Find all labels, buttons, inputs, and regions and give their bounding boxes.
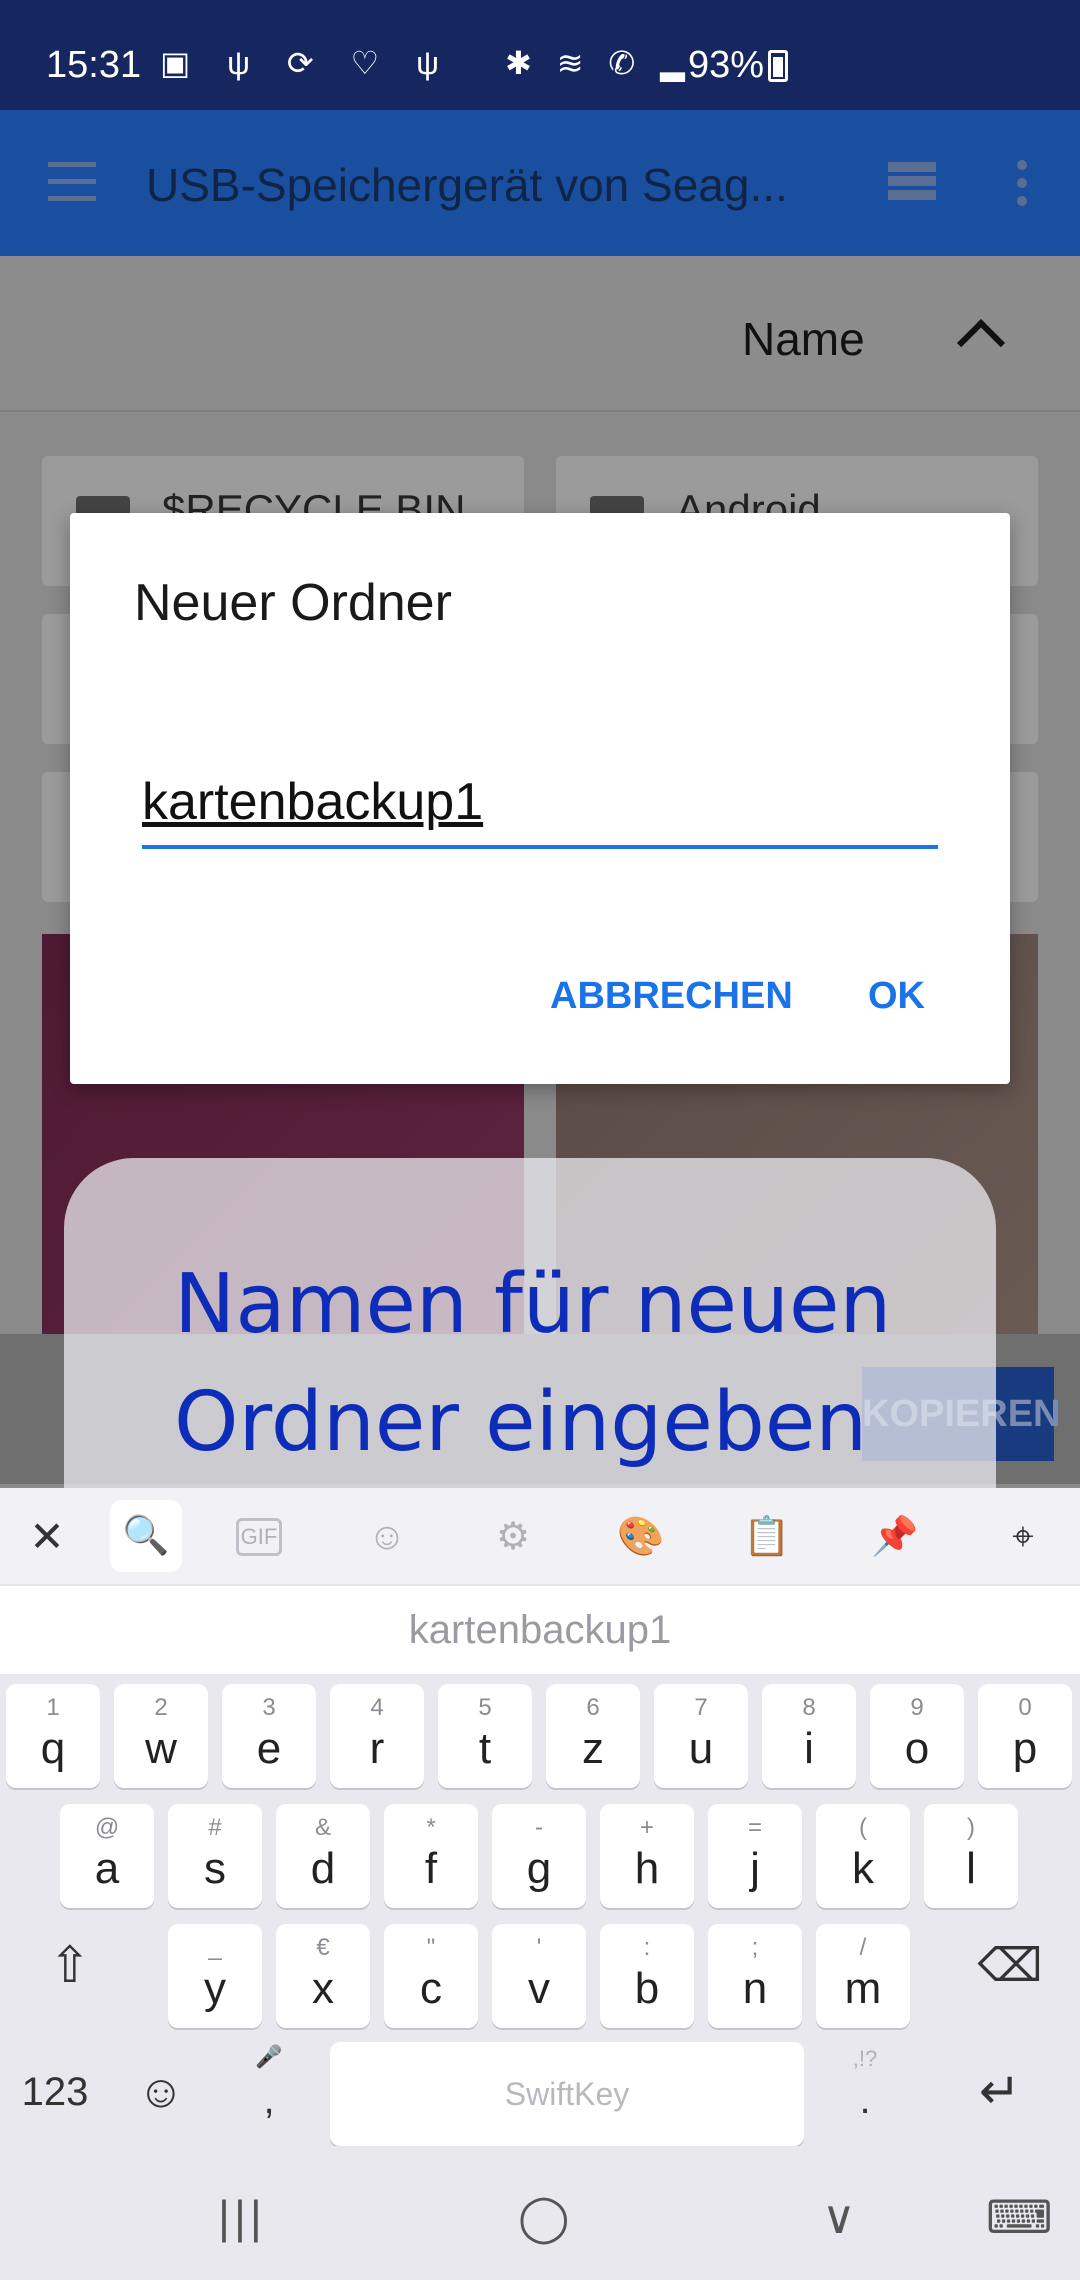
key-e[interactable]: 3e [222, 1684, 316, 1788]
key-w[interactable]: 2w [114, 1684, 208, 1788]
clipboard-icon[interactable]: 📋 [742, 1512, 792, 1562]
key-x[interactable]: € x [276, 1924, 370, 2028]
emoji-icon[interactable]: ☺ [126, 2064, 196, 2118]
key-z[interactable]: 6z [546, 1684, 640, 1788]
keyboard: 1q 2w 3e 4r 5t 6z 7u 8i 9o 0p @ a # s & d *… [0, 1674, 1080, 2146]
app-bar: USB-Speichergerät von Seag... [0, 110, 1080, 256]
location-icon[interactable]: ⌖ [998, 1512, 1048, 1562]
mic-icon: 🎤 [255, 2044, 283, 2069]
key-a[interactable]: @ a [60, 1804, 154, 1908]
period-key[interactable]: . [840, 2078, 890, 2123]
key-t[interactable]: 5t [438, 1684, 532, 1788]
suggestion-item[interactable]: kartenbackup1 [0, 1608, 1080, 1653]
swiftkey-logo: SwiftKey [504, 2076, 630, 2112]
key-j[interactable]: = j [708, 1804, 802, 1908]
battery-icon [768, 50, 788, 82]
space-bar[interactable]: SwiftKey [330, 2042, 804, 2146]
key-i[interactable]: 8i [762, 1684, 856, 1788]
folder-name-field[interactable] [142, 759, 938, 849]
key-d[interactable]: & d [276, 1804, 370, 1908]
key-r[interactable]: 4r [330, 1684, 424, 1788]
hamburger-menu-icon[interactable] [48, 162, 96, 202]
new-folder-dialog: Neuer Ordner ABBRECHEN OK [70, 513, 1010, 1084]
key-s[interactable]: # s [168, 1804, 262, 1908]
punctuation-hint: ,!? [852, 2046, 878, 2071]
key-n[interactable]: ; n [708, 1924, 802, 2028]
shift-icon[interactable]: ⇧ [30, 1936, 110, 1994]
dialog-title: Neuer Ordner [134, 574, 452, 632]
keyboard-toolbar: ✕ 🔍 GIF ☺ ⚙ 🎨 📋 📌 ⌖ [0, 1488, 1080, 1584]
cancel-button[interactable]: ABBRECHEN [550, 975, 793, 1018]
battery-percent: 93% [688, 44, 765, 86]
keyboard-switch-icon[interactable]: ⌨ [986, 2190, 1052, 2244]
key-u[interactable]: 7u [654, 1684, 748, 1788]
key-b[interactable]: :b [600, 1924, 694, 2028]
ok-button[interactable]: OK [868, 975, 925, 1018]
key-y[interactable]: _ y [168, 1924, 262, 2028]
sticker-icon[interactable]: ☺ [362, 1512, 412, 1562]
system-status-icons: ✱ ≋ ✆ ▂ [505, 45, 693, 81]
key-q[interactable]: 1q [6, 1684, 100, 1788]
app-bar-title: USB-Speichergerät von Seag... [146, 159, 788, 211]
status-time: 15:31 [46, 44, 142, 86]
folder-name-input[interactable] [142, 759, 938, 845]
home-icon[interactable]: ◯ [518, 2190, 569, 2244]
tutorial-text: Namen für neuen Ordner eingeben [174, 1257, 892, 1470]
backspace-icon[interactable]: ⌫ [970, 1938, 1050, 1992]
comma-key[interactable]: , [244, 2078, 294, 2123]
hide-keyboard-icon[interactable]: ∨ [822, 2190, 856, 2244]
sort-label[interactable]: Name [742, 312, 865, 366]
sort-bar: Name [0, 256, 1080, 412]
numbers-key[interactable]: 123 [10, 2070, 100, 2115]
recents-icon[interactable]: ||| [218, 2190, 266, 2244]
key-v[interactable]: ' v [492, 1924, 586, 2028]
close-icon[interactable]: ✕ [22, 1512, 72, 1562]
key-f[interactable]: * f [384, 1804, 478, 1908]
status-bar: 15:31 ▣ ψ ⟳ ♡ ψ ✱ ≋ ✆ ▂ 93% [0, 0, 1080, 110]
search-icon[interactable]: 🔍 [110, 1500, 182, 1572]
navigation-bar: ||| ◯ ∨ ⌨ [0, 2146, 1080, 2280]
key-c[interactable]: " c [384, 1924, 478, 2028]
more-options-icon[interactable] [1012, 160, 1032, 208]
settings-icon[interactable]: ⚙ [488, 1512, 538, 1562]
key-g[interactable]: -g [492, 1804, 586, 1908]
pin-icon[interactable]: 📌 [870, 1512, 920, 1562]
notification-icons: ▣ ψ ⟳ ♡ ψ [160, 45, 453, 81]
key-o[interactable]: 9o [870, 1684, 964, 1788]
suggestion-bar: kartenbackup1 [0, 1584, 1080, 1674]
theme-icon[interactable]: 🎨 [616, 1512, 666, 1562]
list-view-icon[interactable] [888, 162, 936, 204]
key-h[interactable]: + h [600, 1804, 694, 1908]
key-l[interactable]: ) l [924, 1804, 1018, 1908]
enter-icon[interactable]: ↵ [960, 2062, 1040, 2120]
gif-icon[interactable]: GIF [236, 1518, 282, 1556]
key-k[interactable]: (k [816, 1804, 910, 1908]
key-p[interactable]: 0p [978, 1684, 1072, 1788]
key-m[interactable]: / m [816, 1924, 910, 2028]
chevron-up-icon[interactable] [956, 318, 1006, 368]
